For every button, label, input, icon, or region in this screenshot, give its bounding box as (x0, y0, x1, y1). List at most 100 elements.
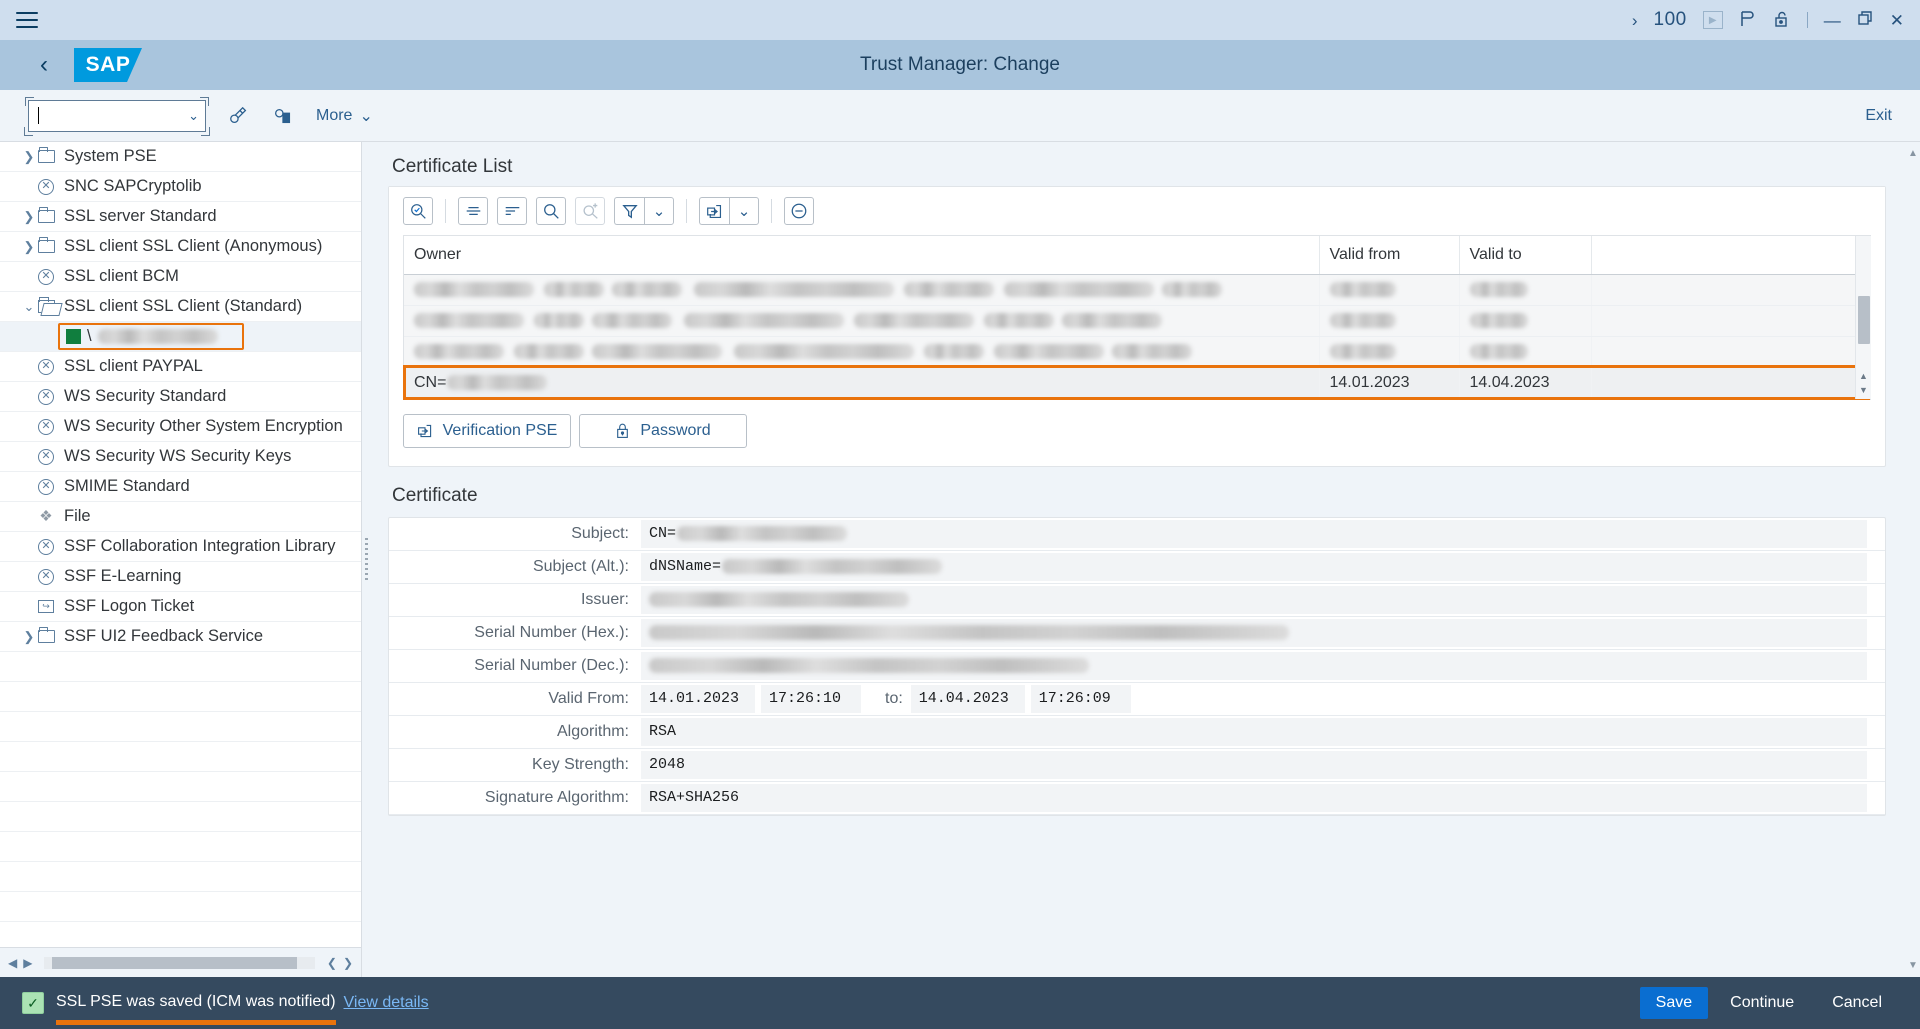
play-icon[interactable]: ▶ (1702, 11, 1723, 29)
search-detail-icon[interactable] (403, 197, 433, 225)
password-button[interactable]: Password (579, 413, 747, 448)
unlock-icon[interactable] (1773, 10, 1791, 31)
hscroll-thumb[interactable] (52, 956, 298, 969)
field-value[interactable] (641, 585, 1867, 614)
table-row[interactable] (404, 274, 1870, 306)
cell-valid-to (1459, 336, 1592, 368)
column-header-valid-from[interactable]: Valid from (1319, 236, 1460, 275)
chevron-down-icon[interactable]: ⌄ (188, 108, 199, 124)
redacted-text (649, 658, 1089, 673)
filter-icon[interactable] (614, 197, 644, 225)
scroll-down-icon[interactable]: ▼ (1908, 960, 1918, 971)
folder-open-icon (38, 297, 55, 313)
search-icon[interactable] (536, 197, 566, 225)
valid-to-time-input[interactable]: 17:26:09 (1030, 684, 1131, 713)
column-header-owner[interactable]: Owner (404, 236, 1320, 275)
certificate-list-buttons: Verification PSE Password (389, 413, 1885, 466)
verification-pse-label: Verification PSE (442, 421, 558, 439)
tree-item-12[interactable]: ❖ File (0, 502, 361, 532)
pse-select[interactable]: ⌄ (25, 96, 209, 132)
restore-icon[interactable] (1857, 10, 1874, 30)
valid-from-date-input[interactable]: 14.01.2023 (641, 684, 755, 713)
remove-icon[interactable] (784, 197, 814, 225)
scroll-down-icon[interactable]: ▼ (1859, 385, 1868, 395)
import-dropdown-caret[interactable]: ⌄ (729, 197, 759, 225)
chevron-right-icon[interactable]: ❯ (20, 149, 38, 165)
column-header-valid-to[interactable]: Valid to (1459, 236, 1592, 275)
tree-item-4[interactable]: ✕ SSL client BCM (0, 262, 361, 292)
tree-item-16[interactable]: ❯ SSF UI2 Feedback Service (0, 622, 361, 652)
tree-item-13[interactable]: ✕ SSF Collaboration Integration Library (0, 532, 361, 562)
valid-from-time-input[interactable]: 17:26:10 (761, 684, 861, 713)
continue-button[interactable]: Continue (1714, 987, 1810, 1019)
tree-item-1[interactable]: ✕ SNC SAPCryptolib (0, 172, 361, 202)
tree-item-15[interactable]: ↪ SSF Logon Ticket (0, 592, 361, 622)
lock-display-icon[interactable] (272, 105, 294, 127)
tree-item-14[interactable]: ✕ SSF E-Learning (0, 562, 361, 592)
valid-to-date-input[interactable]: 14.04.2023 (910, 684, 1025, 713)
exit-button[interactable]: Exit (1865, 107, 1892, 125)
chevron-down-icon[interactable]: ⌄ (20, 299, 38, 315)
table-row[interactable] (404, 336, 1870, 368)
tree-item-0[interactable]: ❯ System PSE (0, 142, 361, 172)
tree-item-11[interactable]: ✕ SMIME Standard (0, 472, 361, 502)
sap-p-icon[interactable] (1739, 10, 1757, 31)
cell-owner (404, 274, 1320, 306)
tree-item-9[interactable]: ✕ WS Security Other System Encryption (0, 412, 361, 442)
page-left-icon[interactable]: ❮ (327, 956, 337, 970)
back-button[interactable]: ‹ (40, 53, 48, 77)
hscroll-track[interactable] (44, 956, 315, 969)
close-icon[interactable]: ✕ (1890, 12, 1904, 29)
scroll-up-icon[interactable]: ▲ (1859, 371, 1868, 381)
scroll-left-icon[interactable]: ◀ (8, 956, 17, 970)
scroll-right-icon[interactable]: ▶ (23, 956, 32, 970)
scroll-up-icon[interactable]: ▲ (1908, 148, 1918, 159)
search-add-icon[interactable] (575, 197, 605, 225)
pen-edit-icon[interactable] (228, 105, 250, 127)
save-button[interactable]: Save (1639, 987, 1709, 1019)
cell-valid-from (1319, 336, 1460, 368)
field-value[interactable] (641, 651, 1867, 680)
chevron-right-icon[interactable]: › (1632, 12, 1638, 29)
sort-center-icon[interactable] (458, 197, 488, 225)
chevron-right-icon[interactable]: ❯ (20, 629, 38, 645)
tree-item-10[interactable]: ✕ WS Security WS Security Keys (0, 442, 361, 472)
table-vertical-scrollbar[interactable]: ▲ ▼ (1855, 236, 1871, 399)
selected-certificate-entry[interactable]: \ (58, 323, 244, 350)
tree-item-5[interactable]: ⌄ SSL client SSL Client (Standard) (0, 292, 361, 322)
chevron-right-icon[interactable]: ❯ (20, 239, 38, 255)
chevron-right-icon[interactable]: ❯ (20, 209, 38, 225)
table-row[interactable]: CN= 14.01.2023 14.04.2023 (404, 367, 1870, 399)
more-menu-button[interactable]: More ⌄ (316, 106, 373, 126)
field-value[interactable]: CN= (641, 519, 1867, 548)
tree-horizontal-scrollbar[interactable]: ◀ ▶ ❮ ❯ (0, 947, 361, 977)
table-row[interactable] (404, 305, 1870, 337)
verification-pse-button[interactable]: Verification PSE (403, 413, 571, 448)
view-details-link[interactable]: View details (344, 994, 429, 1012)
message-footer: ✓ SSL PSE was saved (ICM was notified) V… (0, 977, 1920, 1029)
vscroll-thumb[interactable] (1858, 296, 1870, 344)
tree-item-2[interactable]: ❯ SSL server Standard (0, 202, 361, 232)
tree-item-7[interactable]: ✕ SSL client PAYPAL (0, 352, 361, 382)
sort-left-icon[interactable] (497, 197, 527, 225)
import-icon[interactable] (699, 197, 729, 225)
field-value[interactable]: dNSName= (641, 552, 1867, 581)
redacted-text (734, 343, 914, 359)
redacted-text (1062, 312, 1162, 328)
panel-splitter[interactable] (362, 142, 370, 977)
message-underline (56, 1020, 336, 1025)
tree-item-3[interactable]: ❯ SSL client SSL Client (Anonymous) (0, 232, 361, 262)
page-right-icon[interactable]: ❯ (343, 956, 353, 970)
filter-dropdown-caret[interactable]: ⌄ (644, 197, 674, 225)
cancel-button[interactable]: Cancel (1816, 987, 1898, 1019)
content-vertical-scrollbar[interactable]: ▲ ▼ (1906, 142, 1920, 977)
key-strength-value[interactable]: 2048 (641, 750, 1867, 779)
signature-algorithm-value[interactable]: RSA+SHA256 (641, 783, 1867, 812)
tree-item-6[interactable]: \ (0, 322, 361, 352)
minimize-icon[interactable]: — (1824, 12, 1841, 29)
tree-item-8[interactable]: ✕ WS Security Standard (0, 382, 361, 412)
hamburger-icon[interactable] (16, 12, 38, 28)
algorithm-value[interactable]: RSA (641, 717, 1867, 746)
field-value[interactable] (641, 618, 1867, 647)
tree-item-label: System PSE (64, 147, 157, 165)
